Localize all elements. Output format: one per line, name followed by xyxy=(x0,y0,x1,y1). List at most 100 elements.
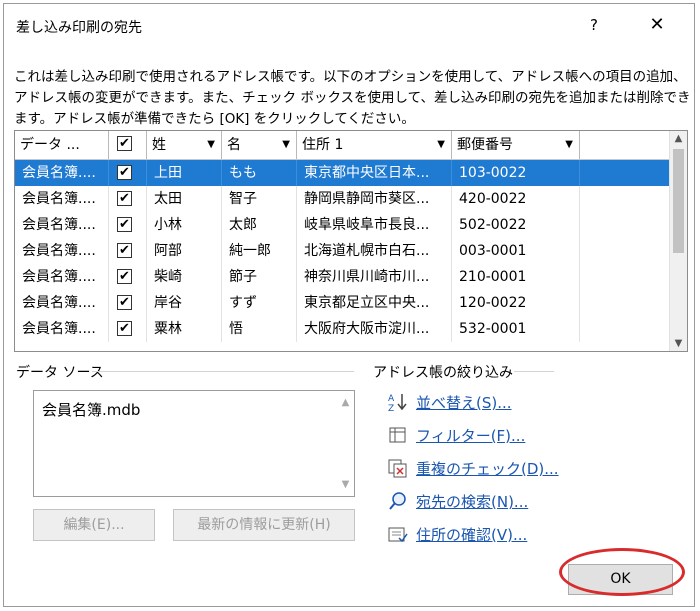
grid-vertical-scrollbar[interactable]: ▲ ▼ xyxy=(669,131,687,351)
column-header-zip[interactable]: 郵便番号 ▼ xyxy=(452,131,580,159)
table-cell-address[interactable]: 東京都中央区日本... xyxy=(297,160,452,186)
help-button[interactable]: ? xyxy=(576,12,612,38)
validate-address-link-label[interactable]: 住所の確認(V)... xyxy=(416,524,527,545)
recipient-grid[interactable]: データ ... ✔ 姓 ▼ 名 ▼ 住所 1 ▼ 郵便番号 ▼ 会員名簿.... ✔ 上田も… xyxy=(14,130,688,352)
select-all-checkbox[interactable]: ✔ xyxy=(117,136,132,151)
column-header-label: 住所 1 xyxy=(302,137,344,153)
checkbox-cell: ✔ xyxy=(109,212,147,238)
table-cell-last[interactable]: 上田 xyxy=(147,160,222,186)
table-row[interactable]: 会員名簿.... ✔ 小林 太郎 岐阜県岐阜市長良... 502-0022 xyxy=(15,212,670,238)
table-cell-source[interactable]: 会員名簿.... xyxy=(15,212,109,238)
table-cell-address[interactable]: 東京都足立区中央... xyxy=(297,290,452,316)
table-row[interactable]: 会員名簿.... ✔ 粟林悟大阪府大阪市淀川... 532-0001 xyxy=(15,316,670,342)
table-cell-last[interactable]: 柴崎 xyxy=(147,264,222,290)
ok-button[interactable]: OK xyxy=(568,564,673,595)
column-header-last-name[interactable]: 姓 ▼ xyxy=(147,131,222,159)
scroll-down-icon[interactable]: ▼ xyxy=(670,338,687,349)
table-cell-address[interactable]: 岐阜県岐阜市長良... xyxy=(297,212,452,238)
table-cell-first[interactable]: 節子 xyxy=(222,264,297,290)
dropdown-arrow-icon: ▼ xyxy=(565,139,573,150)
include-checkbox[interactable]: ✔ xyxy=(117,295,132,310)
table-cell-first[interactable]: 太郎 xyxy=(222,212,297,238)
column-header-first-name[interactable]: 名 ▼ xyxy=(222,131,297,159)
table-row[interactable]: 会員名簿.... ✔ 上田 もも 東京都中央区日本... 103-0022 xyxy=(15,160,670,186)
include-checkbox[interactable]: ✔ xyxy=(117,269,132,284)
duplicate-check-icon xyxy=(388,459,407,478)
table-cell-source[interactable]: 会員名簿.... xyxy=(15,238,109,264)
include-checkbox[interactable]: ✔ xyxy=(117,243,132,258)
include-checkbox[interactable]: ✔ xyxy=(117,191,132,206)
table-cell-source[interactable]: 会員名簿.... xyxy=(15,160,109,186)
table-cell-address[interactable]: 静岡県静岡市葵区... xyxy=(297,186,452,212)
dropdown-arrow-icon: ▼ xyxy=(437,139,445,150)
table-cell-first[interactable]: 純一郎 xyxy=(222,238,297,264)
find-recipient-link-label[interactable]: 宛先の検索(N)... xyxy=(416,491,528,512)
table-cell-zip[interactable]: 210-0001 xyxy=(452,264,580,290)
checkbox-cell: ✔ xyxy=(109,238,147,264)
table-cell-address[interactable]: 大阪府大阪市淀川... xyxy=(297,316,452,342)
svg-text:Z: Z xyxy=(388,404,394,412)
data-source-scrollbar: ▲ ▼ xyxy=(337,391,354,496)
table-cell-zip[interactable]: 003-0001 xyxy=(452,238,580,264)
table-cell-last[interactable]: 岸谷 xyxy=(147,290,222,316)
table-row[interactable]: 会員名簿.... ✔ 柴崎 節子 神奈川県川崎市川... 210-0001 xyxy=(15,264,670,290)
table-row[interactable]: 会員名簿.... ✔ 阿部 純一郎 北海道札幌市白石... 003-0001 xyxy=(15,238,670,264)
table-cell-last[interactable]: 粟林 xyxy=(147,316,222,342)
include-checkbox[interactable]: ✔ xyxy=(117,217,132,232)
table-cell-source[interactable]: 会員名簿.... xyxy=(15,316,109,342)
scroll-up-icon[interactable]: ▲ xyxy=(670,133,687,144)
include-checkbox[interactable]: ✔ xyxy=(117,165,132,180)
close-button[interactable]: ✕ xyxy=(639,12,675,38)
table-cell-last[interactable]: 太田 xyxy=(147,186,222,212)
table-row[interactable]: 会員名簿.... ✔ 岸谷 すず 東京都足立区中央... 120-0022 xyxy=(15,290,670,316)
table-cell-zip[interactable]: 120-0022 xyxy=(452,290,580,316)
scroll-thumb[interactable] xyxy=(673,149,684,253)
data-source-list[interactable]: 会員名簿.mdb ▲ ▼ xyxy=(33,390,355,497)
mail-merge-recipients-dialog: 差し込み印刷の宛先 ? ✕ これは差し込み印刷で使用されるアドレス帳です。以下の… xyxy=(3,3,695,607)
validate-address-icon xyxy=(388,527,408,543)
divider xyxy=(514,371,554,372)
table-cell-zip[interactable]: 420-0022 xyxy=(452,186,580,212)
table-cell-address[interactable]: 神奈川県川崎市川... xyxy=(297,264,452,290)
find-recipient-icon xyxy=(389,492,406,510)
table-cell-source[interactable]: 会員名簿.... xyxy=(15,264,109,290)
title-bar: 差し込み印刷の宛先 ? ✕ xyxy=(4,4,694,44)
column-header-label: 名 xyxy=(227,137,241,153)
table-cell-last[interactable]: 小林 xyxy=(147,212,222,238)
column-header-address[interactable]: 住所 1 ▼ xyxy=(297,131,452,159)
refine-list-label: アドレス帳の絞り込み xyxy=(373,365,513,381)
table-row[interactable]: 会員名簿.... ✔ 太田 智子 静岡県静岡市葵区... 420-0022 xyxy=(15,186,670,212)
scroll-down-icon: ▼ xyxy=(341,479,350,490)
edit-button[interactable]: 編集(E)... xyxy=(33,509,155,541)
column-header-checkbox[interactable]: ✔ xyxy=(109,131,147,159)
table-cell-zip[interactable]: 103-0022 xyxy=(452,160,580,186)
table-cell-first[interactable]: もも xyxy=(222,160,297,186)
table-cell-first[interactable]: 悟 xyxy=(222,316,297,342)
description-text: これは差し込み印刷で使用されるアドレス帳です。以下のオプションを使用して、アドレ… xyxy=(14,69,691,127)
table-cell-address[interactable]: 北海道札幌市白石... xyxy=(297,238,452,264)
refresh-button[interactable]: 最新の情報に更新(H) xyxy=(173,509,355,541)
filter-link-label[interactable]: フィルター(F)... xyxy=(416,425,525,446)
dialog-title: 差し込み印刷の宛先 xyxy=(16,20,142,36)
column-header-source[interactable]: データ ... xyxy=(15,131,109,159)
dropdown-arrow-icon: ▼ xyxy=(282,139,290,150)
table-cell-zip[interactable]: 502-0022 xyxy=(452,212,580,238)
include-checkbox[interactable]: ✔ xyxy=(117,321,132,336)
data-source-label: データ ソース xyxy=(16,365,104,381)
table-cell-last[interactable]: 阿部 xyxy=(147,238,222,264)
table-cell-source[interactable]: 会員名簿.... xyxy=(15,290,109,316)
duplicate-check-link-label[interactable]: 重複のチェック(D)... xyxy=(416,458,559,479)
table-cell-first[interactable]: すず xyxy=(222,290,297,316)
table-cell-zip[interactable]: 532-0001 xyxy=(452,316,580,342)
table-cell-first[interactable]: 智子 xyxy=(222,186,297,212)
table-cell-source[interactable]: 会員名簿.... xyxy=(15,186,109,212)
filter-icon xyxy=(389,427,406,443)
scroll-up-icon: ▲ xyxy=(341,397,350,408)
column-header-label: 郵便番号 xyxy=(457,137,513,153)
data-source-item[interactable]: 会員名簿.mdb xyxy=(42,399,140,420)
svg-text:A: A xyxy=(388,394,395,404)
sort-link-label[interactable]: 並べ替え(S)... xyxy=(416,392,512,413)
checkbox-cell: ✔ xyxy=(109,290,147,316)
grid-header: データ ... ✔ 姓 ▼ 名 ▼ 住所 1 ▼ 郵便番号 ▼ xyxy=(15,131,670,160)
column-header-label: データ ... xyxy=(20,137,80,153)
